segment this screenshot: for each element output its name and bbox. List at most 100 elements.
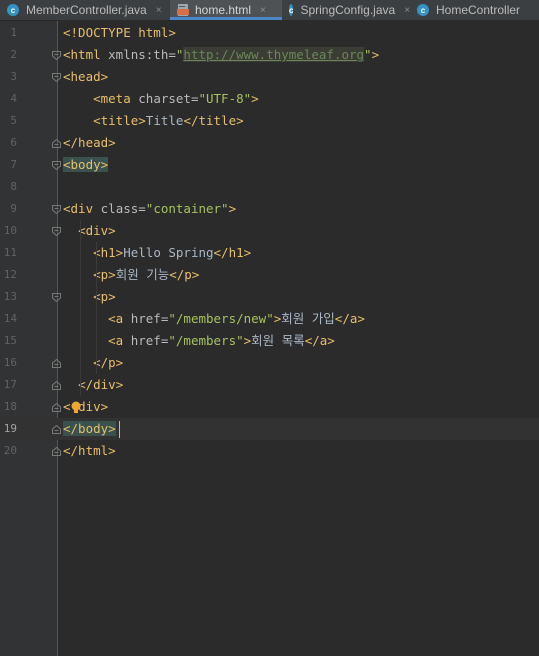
code-line[interactable]: 20 </html> [0, 440, 539, 462]
fold-end-icon[interactable] [52, 359, 61, 368]
code-token: 회원 목록 [251, 333, 305, 348]
fold-end-icon[interactable] [52, 403, 61, 412]
intention-bulb-icon[interactable] [70, 401, 82, 413]
code-token: div> [78, 399, 109, 414]
line-number: 3 [10, 70, 17, 83]
fold-expanded-icon[interactable] [52, 205, 61, 214]
text-caret [119, 421, 120, 438]
code-text: <meta charset="UTF-8"> [63, 91, 259, 107]
code-token: href= [130, 333, 169, 348]
tab-label: home.html [195, 3, 252, 17]
code-text: </html> [63, 443, 116, 459]
code-editor[interactable]: 1 <!DOCTYPE html> 2 <html xmlns:th= "http://… [0, 21, 539, 656]
close-tab-icon[interactable]: × [260, 5, 266, 16]
tab-home-html[interactable]: home.html × [170, 0, 282, 20]
tab-label: MemberController.java [26, 3, 147, 17]
code-token: </a> [334, 311, 365, 326]
code-token: </p> [169, 267, 200, 282]
fold-end-icon[interactable] [52, 381, 61, 390]
line-number: 7 [10, 158, 17, 171]
code-line[interactable]: 7 <body> [0, 154, 539, 176]
code-text: <p> [63, 289, 116, 305]
line-number: 17 [3, 378, 17, 391]
code-text: <html xmlns:th= "http://www.thymeleaf.org… [63, 47, 379, 63]
code-text: <h1>Hello Spring</h1> [63, 245, 251, 261]
code-text: <head> [63, 69, 108, 85]
line-number: 4 [10, 92, 17, 105]
tab-springconfig-java[interactable]: c SpringConfig.java × [282, 0, 410, 20]
class-c-icon: c [289, 4, 294, 16]
fold-end-icon[interactable] [52, 425, 61, 434]
close-tab-icon[interactable]: × [156, 5, 162, 16]
fold-expanded-icon[interactable] [52, 51, 61, 60]
code-token: "container" [145, 201, 229, 216]
code-text: </p> [63, 355, 123, 371]
code-text: <div> [63, 223, 116, 239]
code-line[interactable]: 18 < div> [0, 396, 539, 418]
line-number: 11 [3, 246, 17, 259]
fold-expanded-icon[interactable] [52, 227, 61, 236]
line-number: 18 [3, 400, 17, 413]
code-token: </html> [63, 443, 116, 458]
code-line[interactable]: 3 <head> [0, 66, 539, 88]
line-number: 14 [3, 312, 17, 325]
tab-homecontroller[interactable]: c HomeController [410, 0, 539, 20]
code-token: charset= [138, 91, 199, 106]
code-line[interactable]: 5 <title>Title</title> [0, 110, 539, 132]
code-token: > [228, 201, 237, 216]
code-line[interactable]: 8 [0, 176, 539, 198]
code-token: "UTF-8" [198, 91, 252, 106]
class-c-icon: c [7, 4, 19, 16]
code-token: Hello Spring [123, 245, 214, 260]
line-number: 5 [10, 114, 17, 127]
code-text: </body> [63, 421, 116, 437]
tab-membercontroller-java[interactable]: c MemberController.java × [0, 0, 170, 20]
code-line[interactable]: 1 <!DOCTYPE html> [0, 22, 539, 44]
code-token: <a [108, 333, 131, 348]
line-number: 12 [3, 268, 17, 281]
code-token: <head> [63, 69, 109, 84]
fold-expanded-icon[interactable] [52, 73, 61, 82]
code-text: </div> [63, 377, 123, 393]
indent-guide [80, 220, 81, 396]
code-text: </head> [63, 135, 116, 151]
code-token: Title [145, 113, 184, 128]
code-text: <title>Title</title> [63, 113, 244, 129]
code-line[interactable]: 6 </head> [0, 132, 539, 154]
code-token: "/members" [168, 333, 244, 348]
code-token: > [371, 47, 380, 62]
indent-guide [96, 242, 97, 374]
code-line[interactable]: 4 <meta charset="UTF-8"> [0, 88, 539, 110]
code-token: </div> [78, 377, 124, 392]
code-token: 회원 가입 [281, 311, 335, 326]
code-line[interactable]: 19 </body> [0, 418, 539, 440]
code-token: http://www.thymeleaf.org [183, 47, 365, 62]
fold-expanded-icon[interactable] [52, 293, 61, 302]
line-number: 15 [3, 334, 17, 347]
class-c-icon: c [417, 4, 429, 16]
fold-expanded-icon[interactable] [52, 161, 61, 170]
code-line[interactable]: 9 <div class="container"> [0, 198, 539, 220]
code-token: </h1> [213, 245, 252, 260]
code-token: <h1> [93, 245, 124, 260]
fold-end-icon[interactable] [52, 447, 61, 456]
code-token: <div [63, 201, 101, 216]
code-text: <!DOCTYPE html> [63, 25, 176, 41]
code-token: </head> [63, 135, 116, 150]
code-token: <title> [93, 113, 146, 128]
html-file-icon [177, 4, 189, 16]
code-token: <div> [78, 223, 116, 238]
code-line[interactable]: 2 <html xmlns:th= "http://www.thymeleaf.or… [0, 44, 539, 66]
line-number: 2 [10, 48, 17, 61]
fold-end-icon[interactable] [52, 139, 61, 148]
line-number: 1 [10, 26, 17, 39]
code-token: <meta [93, 91, 139, 106]
code-token: > [251, 91, 259, 106]
